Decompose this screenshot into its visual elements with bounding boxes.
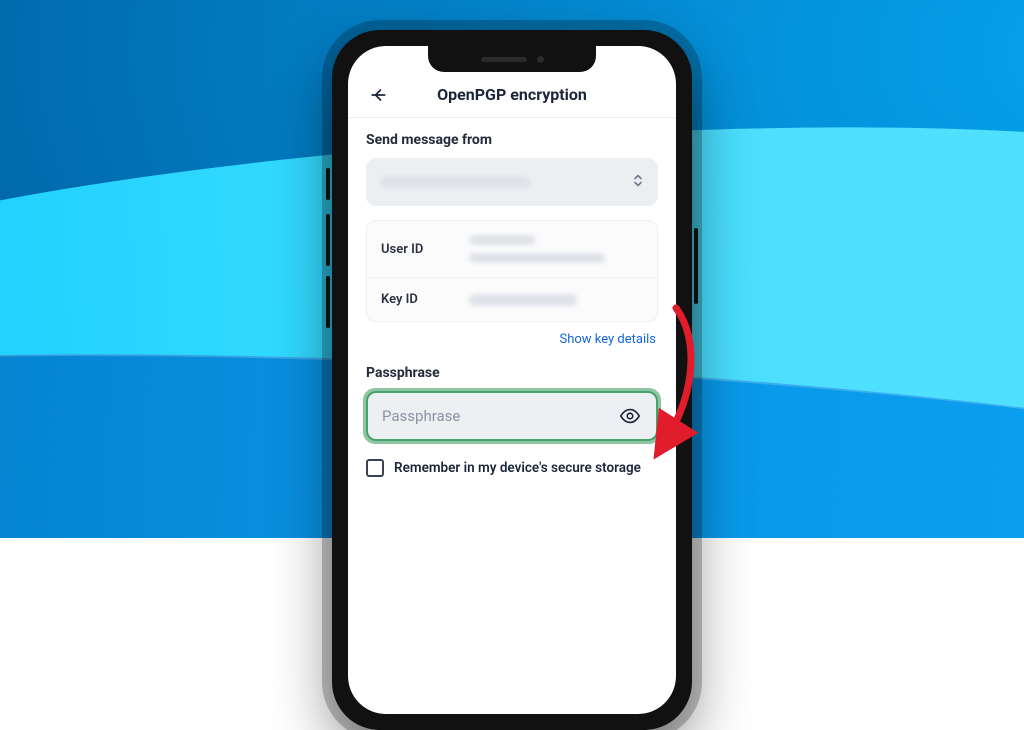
- phone-side-button: [694, 228, 698, 304]
- phone-side-button: [326, 168, 330, 200]
- show-key-details-link[interactable]: Show key details: [559, 332, 656, 347]
- eye-icon: [619, 405, 641, 427]
- phone-screen: OpenPGP encryption Send message from: [348, 46, 676, 714]
- remember-label: Remember in my device's secure storage: [394, 460, 641, 476]
- phone-camera: [537, 56, 544, 63]
- app-topbar: OpenPGP encryption: [348, 72, 676, 118]
- from-label: Send message from: [366, 132, 658, 148]
- from-account-select[interactable]: [366, 158, 658, 206]
- passphrase-label: Passphrase: [366, 365, 658, 381]
- toggle-password-visibility-button[interactable]: [612, 391, 648, 441]
- user-id-label: User ID: [381, 242, 455, 257]
- page-title: OpenPGP encryption: [437, 85, 587, 104]
- key-info-row: User ID: [367, 221, 657, 277]
- passphrase-field-container: [366, 391, 658, 441]
- key-id-label: Key ID: [381, 292, 455, 307]
- phone-side-button: [326, 276, 330, 328]
- chevron-up-down-icon: [632, 173, 644, 192]
- redacted-value: [380, 176, 531, 188]
- phone-side-button: [326, 214, 330, 266]
- phone-frame: OpenPGP encryption Send message from: [332, 30, 692, 730]
- remember-checkbox[interactable]: [366, 459, 384, 477]
- redacted-value: [469, 235, 535, 245]
- phone-speaker: [481, 57, 527, 62]
- redacted-value: [469, 253, 605, 263]
- phone-notch: [428, 46, 596, 72]
- arrow-left-icon: [368, 85, 388, 105]
- redacted-value: [469, 294, 577, 306]
- key-info-row: Key ID: [367, 277, 657, 321]
- back-button[interactable]: [360, 72, 396, 117]
- remember-row: Remember in my device's secure storage: [366, 459, 658, 477]
- key-info-card: User ID Key ID: [366, 220, 658, 322]
